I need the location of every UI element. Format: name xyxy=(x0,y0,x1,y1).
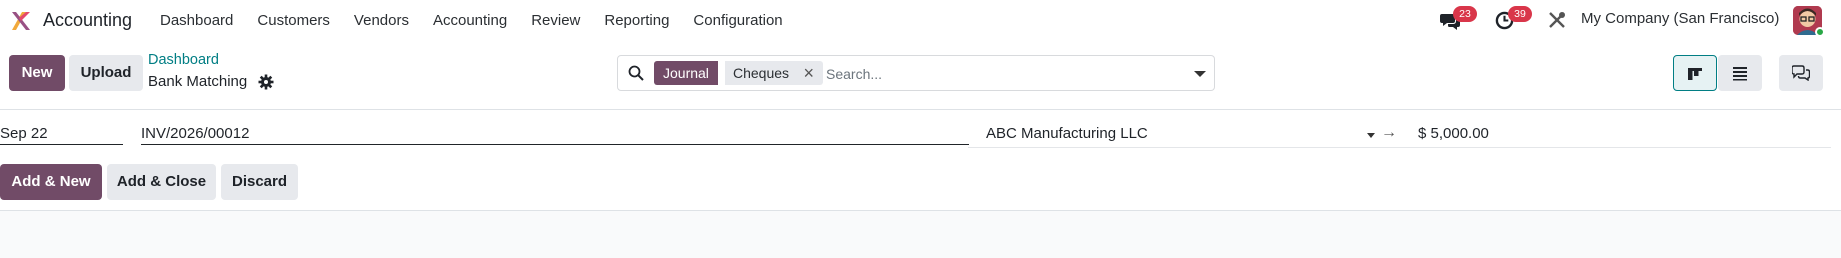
chatter-toggle-button[interactable] xyxy=(1779,55,1823,91)
empty-content-area xyxy=(0,210,1841,258)
label-field[interactable]: INV/2026/00012 xyxy=(141,125,249,142)
chat-icon xyxy=(1792,65,1810,81)
search-facet-value-text: Cheques xyxy=(733,65,790,81)
date-field[interactable]: Sep 22 xyxy=(0,125,48,142)
partner-field[interactable]: ABC Manufacturing LLC xyxy=(986,125,1148,142)
tools-icon[interactable] xyxy=(1548,11,1566,29)
row-divider xyxy=(968,147,1831,148)
messages-badge: 23 xyxy=(1453,6,1477,22)
menu-item-configuration[interactable]: Configuration xyxy=(681,0,794,41)
list-icon xyxy=(1733,67,1747,81)
main-menu: Dashboard Customers Vendors Accounting R… xyxy=(148,0,795,41)
menu-item-dashboard[interactable]: Dashboard xyxy=(148,0,245,41)
menu-item-accounting[interactable]: Accounting xyxy=(421,0,519,41)
add-and-new-button[interactable]: Add & New xyxy=(0,164,102,200)
bank-matching-line-editor: Sep 22 INV/2026/00012 ABC Manufacturing … xyxy=(0,110,1841,210)
page-title: Bank Matching xyxy=(148,73,248,90)
app-name[interactable]: Accounting xyxy=(43,9,132,31)
search-input[interactable] xyxy=(826,62,1166,86)
search-bar: Journal Cheques × xyxy=(617,55,1186,91)
control-panel: New Upload Dashboard Bank Matching Journ… xyxy=(0,41,1841,110)
new-button[interactable]: New xyxy=(9,55,65,91)
menu-item-customers[interactable]: Customers xyxy=(245,0,342,41)
kanban-icon xyxy=(1688,68,1702,80)
top-navbar: Accounting Dashboard Customers Vendors A… xyxy=(0,0,1841,41)
kanban-view-button[interactable] xyxy=(1673,55,1717,91)
discard-button[interactable]: Discard xyxy=(221,164,298,200)
arrow-right-icon[interactable]: → xyxy=(1381,124,1397,142)
gear-icon[interactable] xyxy=(258,74,274,90)
activities-badge: 39 xyxy=(1508,6,1532,22)
list-view-button[interactable] xyxy=(1718,55,1762,91)
upload-button[interactable]: Upload xyxy=(69,55,143,91)
chevron-down-icon xyxy=(1194,71,1206,77)
amount-field[interactable]: $ 5,000.00 xyxy=(1418,125,1489,142)
breadcrumb[interactable]: Dashboard xyxy=(148,52,219,68)
chevron-down-icon[interactable] xyxy=(1367,133,1375,138)
search-icon[interactable] xyxy=(628,65,644,81)
company-switcher[interactable]: My Company (San Francisco) xyxy=(1581,10,1779,27)
search-facet-value: Cheques × xyxy=(725,61,824,85)
menu-item-reporting[interactable]: Reporting xyxy=(592,0,681,41)
close-icon[interactable]: × xyxy=(804,61,815,85)
menu-item-vendors[interactable]: Vendors xyxy=(342,0,421,41)
search-facet-label: Journal xyxy=(654,61,718,85)
search-options-toggle[interactable] xyxy=(1185,55,1215,91)
accounting-app-logo-icon[interactable] xyxy=(9,9,33,33)
date-field-underline xyxy=(0,144,123,145)
add-and-close-button[interactable]: Add & Close xyxy=(107,164,216,200)
presence-indicator xyxy=(1815,27,1825,37)
menu-item-review[interactable]: Review xyxy=(519,0,592,41)
label-field-underline xyxy=(141,144,969,145)
